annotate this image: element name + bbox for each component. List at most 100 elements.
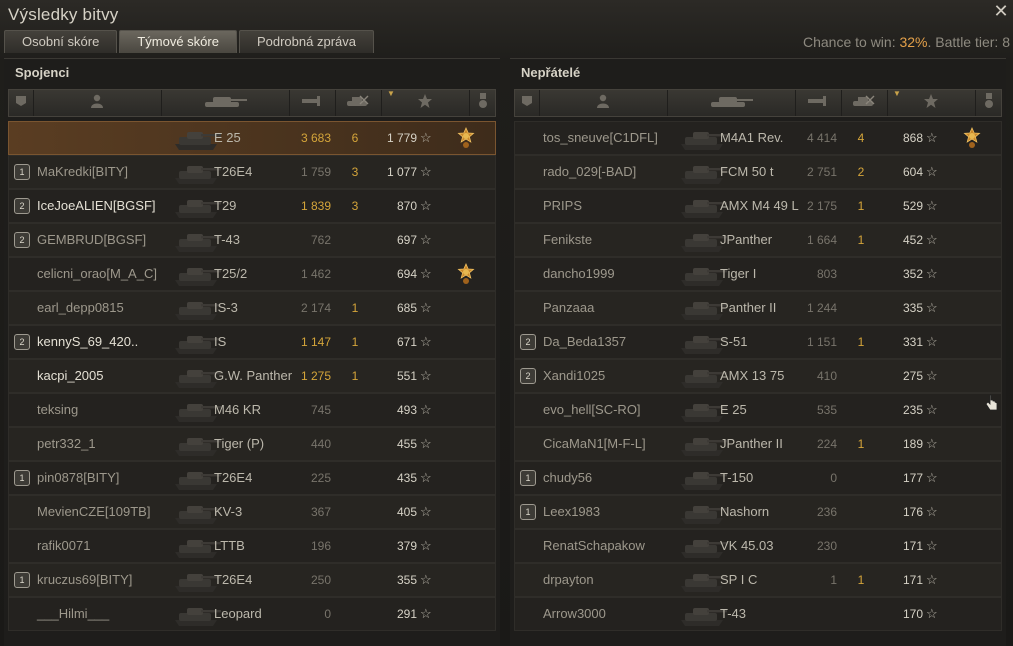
player-name[interactable]: RenatSchapakow <box>543 530 645 562</box>
player-name[interactable]: Leex1983 <box>543 496 600 528</box>
header-medal-column[interactable] <box>975 90 1004 116</box>
xp-value: 171 <box>902 573 923 587</box>
enemies-player-row[interactable]: 1 chudy56 T-150 0 177 ☆ <box>514 461 1002 495</box>
header-platoon-column[interactable] <box>515 90 540 116</box>
allies-player-row[interactable]: 1 kruczus69[BITY] T26E4 250 355 ☆ <box>8 563 496 597</box>
header-xp-column[interactable]: ▼ <box>381 89 470 116</box>
player-name[interactable]: petr332_1 <box>37 428 96 460</box>
header-player-column[interactable] <box>539 90 668 116</box>
header-damage-column[interactable] <box>795 90 842 116</box>
player-name[interactable]: Arrow3000 <box>543 598 606 630</box>
medal-icon[interactable] <box>962 127 982 149</box>
xp-value: 870 <box>396 199 417 213</box>
player-name[interactable]: earl_depp0815 <box>37 292 124 324</box>
kills-icon <box>852 94 876 112</box>
damage-value: 224 <box>816 437 837 451</box>
enemies-player-row[interactable]: 1 Leex1983 Nashorn 236 176 ☆ <box>514 495 1002 529</box>
xp-star-icon: ☆ <box>926 436 938 451</box>
allies-player-row[interactable]: 1 pin0878[BITY] T26E4 225 435 ☆ <box>8 461 496 495</box>
allies-player-row[interactable]: 1 MaKredki[BITY] T26E4 1 759 3 1 077 ☆ <box>8 155 496 189</box>
enemies-player-row[interactable]: drpayton SP I C 1 1 171 ☆ <box>514 563 1002 597</box>
damage-value: 1 <box>830 573 837 587</box>
window-title: Výsledky bitvy <box>8 5 119 24</box>
player-name[interactable]: Fenikste <box>543 224 592 256</box>
allies-player-row[interactable]: rafik0071 LTTB 196 379 ☆ <box>8 529 496 563</box>
header-medal-column[interactable] <box>469 90 498 116</box>
xp-value: 529 <box>902 199 923 213</box>
player-name[interactable]: celicni_orao[M_A_C] <box>37 258 157 290</box>
close-icon[interactable]: ✕ <box>992 2 1010 20</box>
player-name[interactable]: pin0878[BITY] <box>37 462 119 494</box>
player-name[interactable]: tos_sneuve[C1DFL] <box>543 122 658 154</box>
player-name[interactable]: evo_hell[SC-RO] <box>543 394 641 426</box>
allies-player-row[interactable]: petr332_1 Tiger (P) 440 455 ☆ <box>8 427 496 461</box>
player-name[interactable]: teksing <box>37 394 78 426</box>
allies-player-row[interactable]: earl_depp0815 IS-3 2 174 1 685 ☆ <box>8 291 496 325</box>
player-name[interactable]: MaKredki[BITY] <box>37 156 128 188</box>
medal-icon[interactable] <box>456 127 476 149</box>
player-name[interactable]: CicaMaN1[M-F-L] <box>543 428 646 460</box>
kills-value <box>345 258 365 290</box>
player-name[interactable]: PRIPS <box>543 190 582 222</box>
player-name[interactable]: chudy56 <box>543 462 592 494</box>
kills-value: 2 <box>857 165 865 179</box>
player-name[interactable]: Da_Beda1357 <box>543 326 626 358</box>
header-kills-column[interactable] <box>335 90 382 116</box>
player-name[interactable]: kruczus69[BITY] <box>37 564 132 596</box>
enemies-player-row[interactable]: RenatSchapakow VK 45.03 230 171 ☆ <box>514 529 1002 563</box>
allies-player-row[interactable]: 2 GEMBRUD[BGSF] T-43 762 697 ☆ <box>8 223 496 257</box>
enemies-player-row[interactable]: PRIPS AMX M4 49 L 2 175 1 529 ☆ <box>514 189 1002 223</box>
player-name[interactable]: IceJoeALIEN[BGSF] <box>37 190 156 222</box>
player-name[interactable]: rafik0071 <box>37 530 90 562</box>
enemies-player-row[interactable]: evo_hell[SC-RO] E 25 535 235 ☆ <box>514 393 1002 427</box>
platoon-badge-icon: 1 <box>14 164 30 180</box>
player-name[interactable]: GEMBRUD[BGSF] <box>37 224 146 256</box>
player-name[interactable]: Panzaaa <box>543 292 594 324</box>
allies-player-row[interactable]: teksing M46 KR 745 493 ☆ <box>8 393 496 427</box>
allies-player-row[interactable]: 2 IceJoeALIEN[BGSF] T29 1 839 3 870 ☆ <box>8 189 496 223</box>
player-icon <box>596 94 610 113</box>
allies-player-row[interactable]: kacpi_2005 G.W. Panther 1 275 1 551 ☆ <box>8 359 496 393</box>
kills-value <box>345 496 365 528</box>
header-tank-column[interactable] <box>161 90 290 116</box>
enemies-player-row[interactable]: dancho1999 Tiger I 803 352 ☆ <box>514 257 1002 291</box>
enemies-player-row[interactable]: CicaMaN1[M-F-L] JPanther II 224 1 189 ☆ <box>514 427 1002 461</box>
tab-team-score[interactable]: Týmové skóre <box>119 30 237 53</box>
damage-value: 196 <box>310 539 331 553</box>
player-name[interactable]: Xandi1025 <box>543 360 605 392</box>
kills-value <box>345 394 365 426</box>
player-name[interactable]: kacpi_2005 <box>37 360 104 392</box>
header-xp-column[interactable]: ▼ <box>887 89 976 116</box>
medal-icon[interactable] <box>456 263 476 285</box>
allies-player-row[interactable]: ___Hilmi___ Leopard 0 291 ☆ <box>8 597 496 631</box>
tab-detailed-report[interactable]: Podrobná zpráva <box>238 30 374 53</box>
player-name[interactable]: drpayton <box>543 564 594 596</box>
allies-player-row[interactable]: E 25 3 683 6 1 779 ☆ <box>8 121 496 155</box>
enemies-player-row[interactable]: 2 Da_Beda1357 S-51 1 151 1 331 ☆ <box>514 325 1002 359</box>
kills-value: 1 <box>351 335 359 349</box>
player-name[interactable]: rado_029[-BAD] <box>543 156 636 188</box>
player-name[interactable]: ___Hilmi___ <box>37 598 109 630</box>
header-player-column[interactable] <box>33 90 162 116</box>
enemies-player-row[interactable]: tos_sneuve[C1DFL] M4A1 Rev. 4 414 4 868 ☆ <box>514 121 1002 155</box>
xp-star-icon: ☆ <box>926 130 938 145</box>
player-name[interactable]: MevienCZE[109TB] <box>37 496 150 528</box>
allies-player-row[interactable]: MevienCZE[109TB] KV-3 367 405 ☆ <box>8 495 496 529</box>
xp-star-icon: ☆ <box>420 368 432 383</box>
allies-player-row[interactable]: 2 kennyS_69_420.. IS 1 147 1 671 ☆ <box>8 325 496 359</box>
damage-value: 1 151 <box>806 335 837 349</box>
allies-player-row[interactable]: celicni_orao[M_A_C] T25/2 1 462 694 ☆ <box>8 257 496 291</box>
header-platoon-column[interactable] <box>9 90 34 116</box>
tab-personal-score[interactable]: Osobní skóre <box>4 30 118 53</box>
player-name[interactable]: kennyS_69_420.. <box>37 326 138 358</box>
enemies-player-row[interactable]: Arrow3000 T-43 170 ☆ <box>514 597 1002 631</box>
enemies-player-row[interactable]: 2 Xandi1025 AMX 13 75 410 275 ☆ <box>514 359 1002 393</box>
player-name[interactable]: dancho1999 <box>543 258 615 290</box>
enemies-column-header: ▼ <box>514 89 1004 117</box>
enemies-player-row[interactable]: rado_029[-BAD] FCM 50 t 2 751 2 604 ☆ <box>514 155 1002 189</box>
enemies-player-row[interactable]: Fenikste JPanther 1 664 1 452 ☆ <box>514 223 1002 257</box>
header-tank-column[interactable] <box>667 90 796 116</box>
enemies-player-row[interactable]: Panzaaa Panther II 1 244 335 ☆ <box>514 291 1002 325</box>
header-damage-column[interactable] <box>289 90 336 116</box>
header-kills-column[interactable] <box>841 90 888 116</box>
